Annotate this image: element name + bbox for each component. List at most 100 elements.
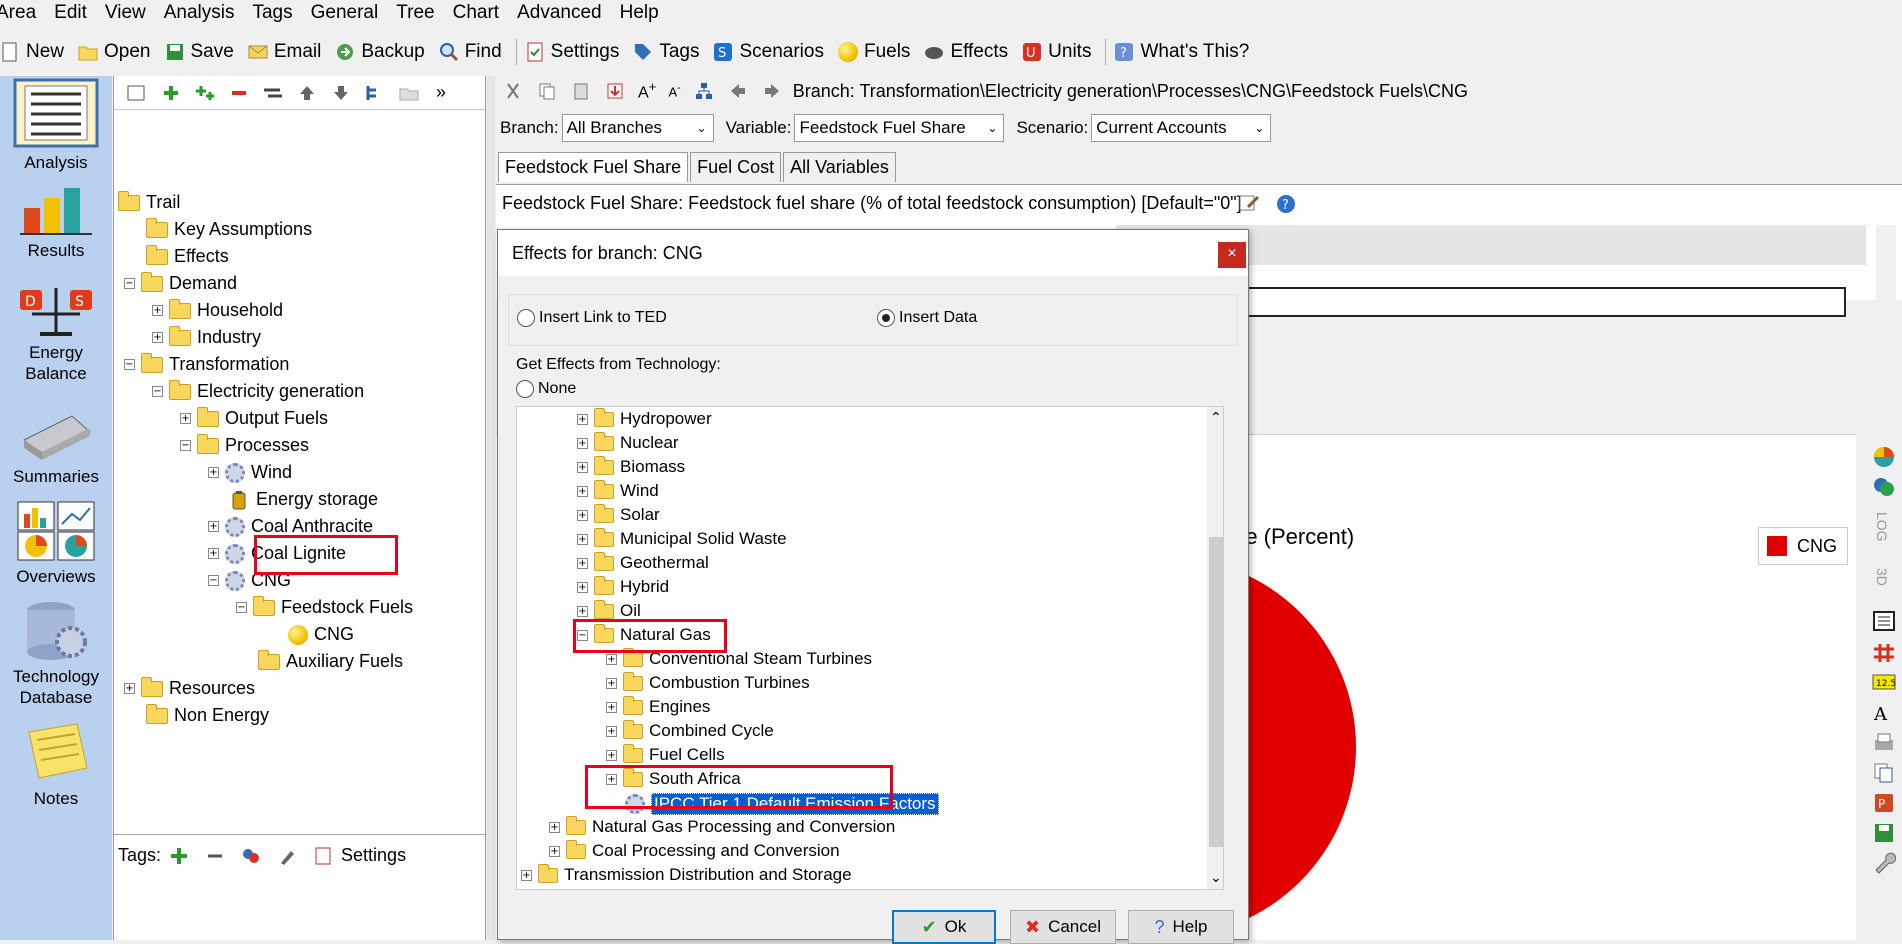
list-item[interactable]: + Fuel Cells <box>606 743 725 765</box>
nav-notes[interactable]: Notes <box>0 722 112 809</box>
settings-button[interactable]: Settings <box>525 41 619 63</box>
collapse-icon[interactable]: − <box>180 440 191 451</box>
list-item[interactable]: + Engines <box>606 695 710 717</box>
expand-icon[interactable]: + <box>577 533 588 545</box>
expand-icon[interactable]: + <box>606 749 617 761</box>
properties-icon[interactable] <box>126 84 148 102</box>
more-tools-chevron-icon[interactable]: » <box>436 82 446 103</box>
tags-button[interactable]: Tags <box>633 41 699 63</box>
tree-item[interactable]: Non Energy <box>146 703 269 726</box>
list-item[interactable]: + Hybrid <box>577 575 669 597</box>
expand-icon[interactable]: + <box>606 701 617 713</box>
tag-settings-button[interactable]: Settings <box>341 845 406 866</box>
tree-item[interactable]: Energy storage <box>230 489 378 510</box>
3d-toggle[interactable]: 3D <box>1874 568 1890 586</box>
tree-item[interactable]: − Demand <box>124 271 237 294</box>
tree-outline-icon[interactable] <box>364 84 386 102</box>
tree-item[interactable]: + Household <box>152 298 283 321</box>
nav-results[interactable]: Results <box>0 186 112 261</box>
close-button[interactable]: × <box>1218 242 1246 268</box>
tree-item-selected[interactable]: CNG <box>288 624 354 645</box>
email-button[interactable]: Email <box>248 41 321 63</box>
menu-help[interactable]: Help <box>620 2 659 24</box>
number-format-icon[interactable]: 12.5 <box>1872 672 1896 692</box>
expand-icon[interactable]: + <box>208 467 219 478</box>
grid-lines-icon[interactable] <box>1872 642 1896 664</box>
tree-item[interactable]: Key Assumptions <box>146 217 312 240</box>
save-button[interactable]: Save <box>165 41 234 63</box>
list-item[interactable]: + Combined Cycle <box>606 719 774 741</box>
expand-icon[interactable]: + <box>577 485 588 497</box>
tree-item[interactable]: Trail <box>118 190 180 213</box>
collapse-icon[interactable]: − <box>236 602 247 613</box>
list-item[interactable]: + Oil <box>577 599 641 621</box>
expand-icon[interactable]: + <box>577 557 588 569</box>
list-scrollbar[interactable]: ⌃ ⌄ <box>1207 407 1223 889</box>
expand-icon[interactable]: + <box>152 332 163 343</box>
nav-overviews[interactable]: Overviews <box>0 500 112 587</box>
forward-arrow-icon[interactable] <box>763 82 781 100</box>
copy-chart-icon[interactable] <box>1872 762 1896 784</box>
nav-summaries[interactable]: Summaries <box>0 410 112 487</box>
powerpoint-icon[interactable]: P <box>1872 792 1896 814</box>
cut-icon[interactable] <box>504 82 522 100</box>
expand-icon[interactable]: + <box>152 305 163 316</box>
tab-feedstock-fuel-share[interactable]: Feedstock Fuel Share <box>498 152 689 182</box>
expand-icon[interactable]: + <box>577 437 588 449</box>
tree-item[interactable]: − Feedstock Fuels <box>236 595 413 618</box>
nav-energy-balance[interactable]: DS Energy Balance <box>0 286 112 384</box>
expand-icon[interactable]: + <box>606 725 617 737</box>
save-chart-icon[interactable] <box>1872 822 1896 844</box>
variable-select[interactable]: Feedstock Fuel Share ⌄ <box>794 114 1005 142</box>
effects-button[interactable]: Effects <box>924 41 1008 63</box>
list-item[interactable]: + Hydropower <box>577 407 712 429</box>
collapse-icon[interactable]: − <box>208 575 219 586</box>
scenarios-button[interactable]: S Scenarios <box>713 41 824 63</box>
brush-icon[interactable] <box>277 847 297 865</box>
expand-icon[interactable]: + <box>549 821 560 833</box>
chevron-up-icon[interactable]: ⌃ <box>1210 409 1222 426</box>
tree-item[interactable]: − Processes <box>180 433 309 456</box>
expand-icon[interactable]: + <box>124 683 135 694</box>
fuels-button[interactable]: Fuels <box>837 41 910 63</box>
tree-item[interactable]: + Resources <box>124 676 255 699</box>
tag-settings-icon[interactable] <box>313 847 333 865</box>
list-item[interactable]: + Wind <box>577 479 659 501</box>
ok-button[interactable]: ✔ Ok <box>892 910 996 944</box>
list-item[interactable]: + Natural Gas Processing and Conversion <box>549 815 895 837</box>
expand-icon[interactable]: + <box>577 581 588 593</box>
list-item[interactable]: + Nuclear <box>577 431 679 453</box>
log-scale-toggle[interactable]: LOG <box>1874 512 1890 542</box>
list-item[interactable]: + Solar <box>577 503 660 525</box>
menu-general[interactable]: General <box>311 2 379 24</box>
radio-none[interactable]: None <box>516 380 576 398</box>
tree-item[interactable]: + Industry <box>152 325 261 348</box>
list-item[interactable]: + Combustion Turbines <box>606 671 810 693</box>
collapse-icon[interactable]: − <box>124 359 135 370</box>
menu-area[interactable]: Area <box>0 2 36 24</box>
tree-item[interactable]: + Output Fuels <box>180 406 328 429</box>
new-button[interactable]: New <box>0 41 64 63</box>
rename-icon[interactable] <box>262 84 284 102</box>
tree-item[interactable]: + Coal Anthracite <box>208 516 373 537</box>
edit-note-icon[interactable] <box>1238 193 1260 213</box>
radio-insert-link-ted[interactable]: Insert Link to TED <box>517 309 667 327</box>
move-up-icon[interactable] <box>296 84 318 102</box>
delete-branch-icon[interactable] <box>228 84 250 102</box>
folder-disabled-icon[interactable] <box>398 84 420 102</box>
branch-select[interactable]: All Branches ⌄ <box>561 114 714 142</box>
nav-analysis[interactable]: Analysis <box>0 78 112 173</box>
decrease-font-icon[interactable]: A- <box>668 82 680 99</box>
list-item[interactable]: + Municipal Solid Waste <box>577 527 787 549</box>
expand-icon[interactable]: + <box>208 548 219 559</box>
paste-icon[interactable] <box>572 82 590 100</box>
increase-font-icon[interactable]: A+ <box>638 79 656 102</box>
menu-chart[interactable]: Chart <box>453 2 499 24</box>
tab-fuel-cost[interactable]: Fuel Cost <box>690 152 782 182</box>
menu-edit[interactable]: Edit <box>54 2 87 24</box>
expand-icon[interactable]: + <box>208 521 219 532</box>
scenario-select[interactable]: Current Accounts ⌄ <box>1091 114 1272 142</box>
menu-advanced[interactable]: Advanced <box>517 2 602 24</box>
expand-icon[interactable]: + <box>521 869 532 881</box>
expand-icon[interactable]: + <box>577 461 588 473</box>
